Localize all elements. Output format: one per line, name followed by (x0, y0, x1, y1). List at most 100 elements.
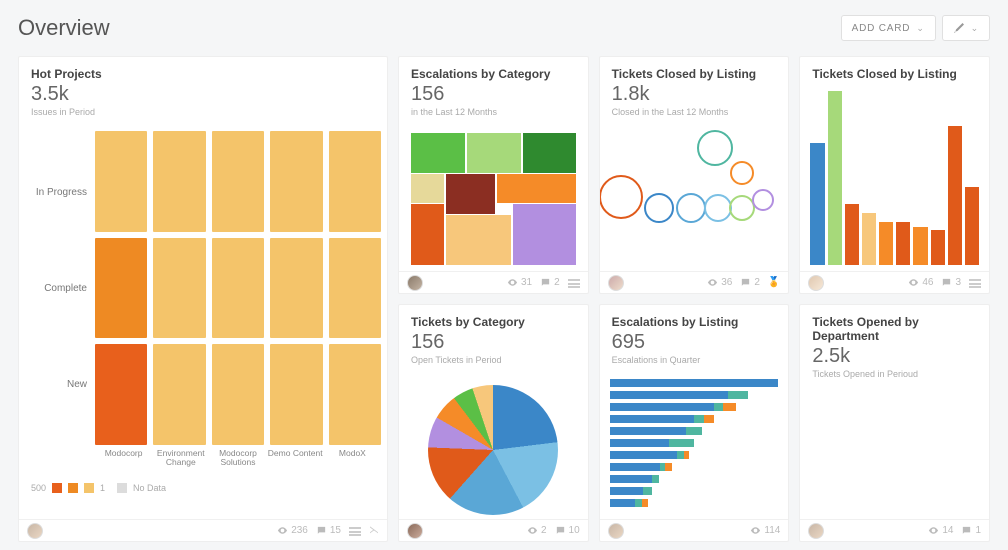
bubble (752, 189, 774, 211)
heatmap-cell (329, 344, 381, 445)
treemap-cell (513, 204, 576, 265)
list-view-icon[interactable] (568, 278, 580, 288)
hbar-seg (694, 415, 704, 423)
hbar-seg (677, 451, 684, 459)
hbar-seg (652, 475, 659, 483)
treemap-cell (467, 133, 521, 173)
avatar[interactable] (808, 523, 824, 539)
heatmap-cell (270, 131, 322, 232)
hbar-seg (610, 427, 686, 435)
share-icon[interactable]: ⋋ (369, 525, 379, 536)
card-title: Tickets Closed by Listing (812, 67, 977, 81)
hbar-seg (610, 475, 652, 483)
comments-stat: 2 (740, 277, 760, 288)
heatmap-cell (95, 238, 147, 339)
heatmap-col-label: Demo Content (267, 445, 324, 469)
hbar-row (610, 439, 779, 447)
bar (948, 126, 962, 265)
add-card-button[interactable]: ADD CARD ⌄ (841, 15, 936, 41)
hbar-seg (665, 463, 672, 471)
card-title: Tickets Closed by Listing (612, 67, 777, 81)
bubble (676, 193, 706, 223)
card-escalations-category[interactable]: Escalations by Category 156 in the Last … (398, 56, 589, 294)
header-actions: ADD CARD ⌄ ⌄ (841, 15, 990, 41)
heatmap-cell (329, 131, 381, 232)
heatmap-col-label: Modocorp Solutions (209, 445, 266, 469)
comments-stat: 10 (555, 525, 580, 536)
settings-button[interactable]: ⌄ (942, 15, 990, 41)
list-view-icon[interactable] (969, 278, 981, 288)
chevron-down-icon: ⌄ (971, 23, 979, 34)
hbar-seg (723, 403, 736, 411)
bar (845, 204, 859, 265)
page-header: Overview ADD CARD ⌄ ⌄ (18, 10, 990, 46)
comments-stat: 1 (961, 525, 981, 536)
legend-swatch (84, 483, 94, 493)
hbar-seg (728, 391, 748, 399)
avatar[interactable] (27, 523, 43, 539)
hbar-row (610, 415, 779, 423)
avatar[interactable] (407, 275, 423, 291)
hbar-seg (610, 379, 779, 387)
heatmap-col-label: Environment Change (152, 445, 209, 469)
grouped-bar-chart (810, 397, 979, 513)
card-sub: Tickets Opened in Perioud (812, 369, 977, 379)
hbar-row (610, 499, 779, 507)
card-sub: in the Last 12 Months (411, 107, 576, 117)
card-title: Escalations by Category (411, 67, 576, 81)
bar (810, 143, 824, 265)
avatar[interactable] (608, 523, 624, 539)
page-title: Overview (18, 15, 110, 41)
heatmap-cell (153, 344, 205, 445)
card-value: 1.8k (612, 83, 777, 106)
bubble-chart (608, 129, 781, 265)
bar (828, 91, 842, 265)
bar (931, 230, 945, 265)
hbar-seg (642, 499, 649, 507)
legend-low-label: 1 (100, 483, 105, 493)
heatmap-cell (153, 131, 205, 232)
comments-stat: 2 (540, 277, 560, 288)
card-tickets-closed-2[interactable]: Tickets Closed by Listing 46 3 (799, 56, 990, 294)
hbar-chart (610, 379, 779, 513)
avatar[interactable] (608, 275, 624, 291)
hbar-row (610, 379, 779, 387)
card-tickets-category[interactable]: Tickets by Category 156 Open Tickets in … (398, 304, 589, 542)
heatmap-col-label: Modocorp (95, 445, 152, 469)
comments-stat: 15 (316, 525, 341, 536)
card-title: Tickets by Category (411, 315, 576, 329)
card-value: 3.5k (31, 83, 375, 106)
hbar-seg (643, 487, 651, 495)
card-tickets-department[interactable]: Tickets Opened by Department 2.5k Ticket… (799, 304, 990, 542)
hbar-row (610, 451, 779, 459)
card-value: 695 (612, 331, 777, 354)
hbar-seg (610, 451, 677, 459)
heatmap-legend: 500 1 No Data (31, 483, 166, 493)
avatar[interactable] (407, 523, 423, 539)
heatmap-col-label: ModoX (324, 445, 381, 469)
bubble (730, 161, 754, 185)
card-title: Hot Projects (31, 67, 375, 81)
legend-nodata-label: No Data (133, 483, 166, 493)
heatmap-cell (153, 238, 205, 339)
bubble (697, 130, 733, 166)
heatmap-row-label: New (25, 349, 95, 419)
card-hot-projects[interactable]: Hot Projects 3.5k Issues in Period In Pr… (18, 56, 388, 542)
views-stat: 46 (908, 277, 933, 288)
hbar-seg (610, 499, 635, 507)
card-escalations-listing[interactable]: Escalations by Listing 695 Escalations i… (599, 304, 790, 542)
heatmap-cell (95, 344, 147, 445)
bar (862, 213, 876, 265)
card-sub: Escalations in Quarter (612, 355, 777, 365)
hbar-seg (635, 499, 642, 507)
heatmap-cell (212, 131, 264, 232)
list-view-icon[interactable] (349, 526, 361, 536)
treemap-cell (446, 215, 512, 265)
bar (913, 227, 927, 265)
card-tickets-closed-1[interactable]: Tickets Closed by Listing 1.8k Closed in… (599, 56, 790, 294)
views-stat: 14 (928, 525, 953, 536)
card-value: 2.5k (812, 345, 977, 368)
avatar[interactable] (808, 275, 824, 291)
wrench-icon (953, 21, 965, 36)
card-sub: Closed in the Last 12 Months (612, 107, 777, 117)
